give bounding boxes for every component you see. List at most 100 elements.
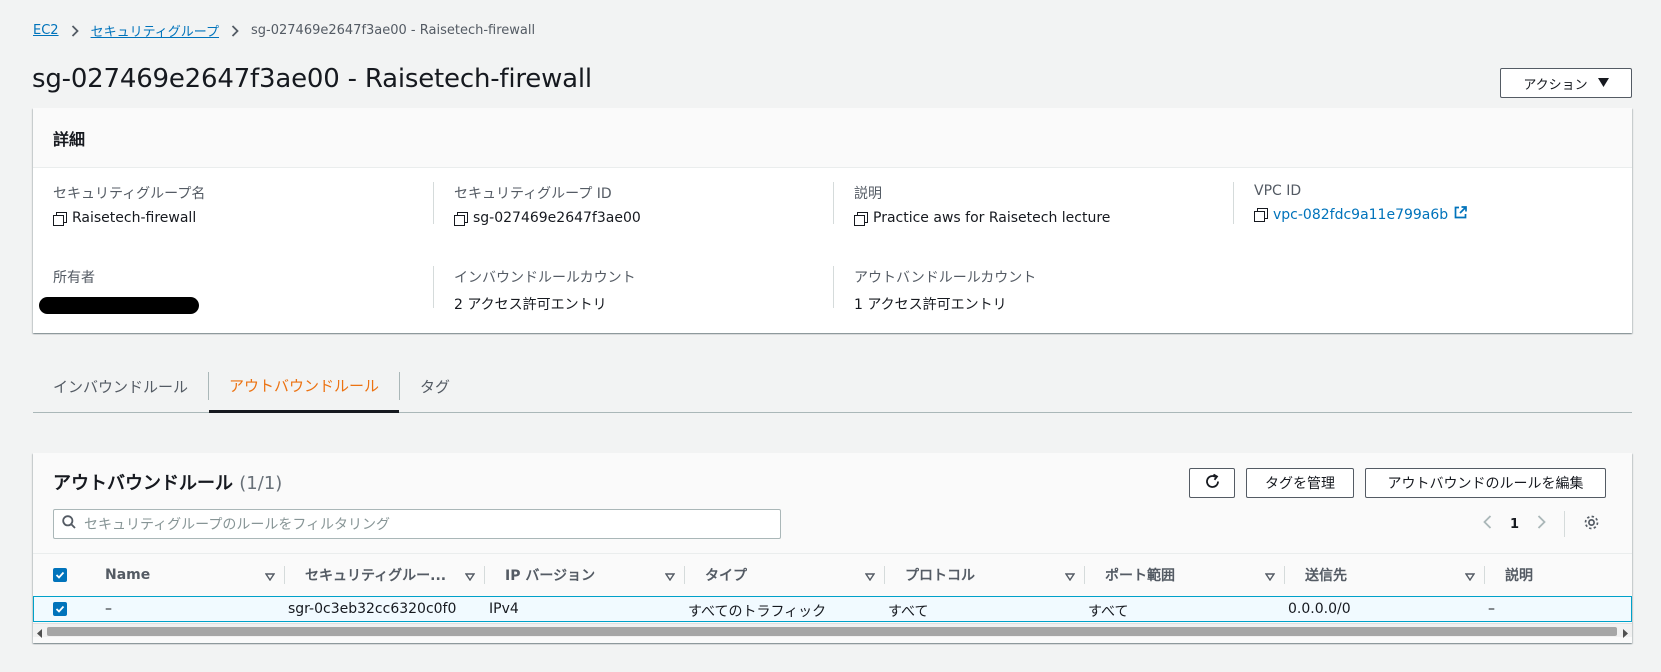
actions-label: アクション [1523, 77, 1588, 93]
column-label: Name [105, 567, 151, 583]
divider [433, 266, 434, 308]
outbound-rules-panel: アウトバウンドルール (1/1) タグを管理 アウトバウンドのルールを編集 セキ… [33, 453, 1632, 643]
caret-down-icon [1597, 76, 1609, 91]
divider [833, 266, 834, 308]
tab-bar: インバウンドルール アウトバウンドルール タグ [33, 360, 1632, 413]
copy-icon[interactable] [1254, 208, 1268, 222]
cell-destination: 0.0.0.0/0 [1288, 601, 1351, 617]
cell-name: – [105, 601, 112, 617]
cell-rule-id: sgr-0c3eb32cc6320c0f0 [288, 601, 457, 617]
divider [433, 182, 434, 224]
sg-name-field: セキュリティグループ名 Raisetech-firewall [53, 183, 433, 226]
breadcrumb-ec2-link[interactable]: EC2 [33, 23, 59, 38]
owner-label: 所有者 [53, 270, 95, 286]
horizontal-scrollbar[interactable] [33, 623, 1632, 638]
cell-ip-version: IPv4 [489, 601, 519, 617]
external-link-icon[interactable] [1454, 206, 1468, 223]
inbound-count-field: インバウンドルールカウント 2 アクセス許可エントリ [454, 267, 834, 314]
copy-icon[interactable] [454, 211, 468, 226]
refresh-button[interactable] [1189, 468, 1235, 498]
sort-caret-icon [664, 569, 676, 585]
scroll-right-icon[interactable] [1622, 626, 1629, 642]
select-all-checkbox[interactable] [53, 554, 83, 596]
outbound-count-value: 1 アクセス許可エントリ [854, 297, 1007, 313]
sort-caret-icon [264, 569, 276, 585]
copy-icon[interactable] [854, 211, 868, 226]
column-header-ip-version[interactable]: IP バージョン [485, 554, 685, 596]
sort-caret-icon [1464, 569, 1476, 585]
chevron-right-icon [231, 24, 239, 37]
sg-id-field: セキュリティグループ ID sg-027469e2647f3ae00 [454, 183, 834, 226]
column-header-name[interactable]: Name [85, 554, 285, 596]
details-panel: 詳細 セキュリティグループ名 Raisetech-firewall セキュリティ… [33, 108, 1632, 333]
rules-heading: アウトバウンドルール (1/1) [53, 469, 282, 495]
vpc-id-link[interactable]: vpc-082fdc9a11e799a6b [1273, 207, 1448, 223]
search-icon [62, 515, 76, 533]
column-header-rule-id[interactable]: セキュリティグルー... [285, 554, 485, 596]
column-label: タイプ [705, 568, 747, 584]
owner-field: 所有者 [39, 267, 433, 314]
scrollbar-thumb[interactable] [47, 627, 1617, 636]
column-label: 送信先 [1305, 568, 1347, 584]
cell-description: – [1488, 601, 1495, 617]
column-header-type[interactable]: タイプ [685, 554, 885, 596]
rules-count: (1/1) [239, 473, 283, 494]
actions-button[interactable]: アクション [1500, 68, 1632, 98]
cell-port-range: すべて [1088, 604, 1129, 620]
column-label: IP バージョン [505, 568, 596, 584]
tab-tags[interactable]: タグ [400, 360, 470, 413]
sg-id-label: セキュリティグループ ID [454, 186, 612, 202]
column-label: ポート範囲 [1105, 568, 1175, 584]
rules-filter[interactable]: セキュリティグループのルールをフィルタリング [53, 509, 781, 539]
column-header-destination[interactable]: 送信先 [1285, 554, 1485, 596]
gear-icon[interactable] [1583, 514, 1600, 535]
divider [833, 182, 834, 224]
cell-protocol: すべて [888, 604, 929, 620]
row-checkbox[interactable] [53, 602, 67, 618]
breadcrumb: EC2 セキュリティグループ sg-027469e2647f3ae00 - Ra… [33, 21, 535, 40]
sort-caret-icon [1264, 569, 1276, 585]
prev-page-icon[interactable] [1483, 515, 1492, 533]
edit-outbound-rules-button[interactable]: アウトバウンドのルールを編集 [1365, 468, 1606, 498]
next-page-icon[interactable] [1537, 515, 1546, 533]
inbound-count-value: 2 アクセス許可エントリ [454, 297, 607, 313]
sg-name-value: Raisetech-firewall [72, 210, 197, 226]
redacted-owner [39, 297, 199, 314]
inbound-count-label: インバウンドルールカウント [454, 270, 636, 286]
page-number[interactable]: 1 [1510, 517, 1519, 532]
description-field: 説明 Practice aws for Raisetech lecture [854, 183, 1234, 226]
column-header-description[interactable]: 説明 [1485, 554, 1632, 596]
sort-caret-icon [864, 569, 876, 585]
vpc-id-label: VPC ID [1254, 183, 1302, 199]
chevron-right-icon [71, 24, 79, 37]
vpc-id-field: VPC ID vpc-082fdc9a11e799a6b [1254, 183, 1634, 223]
sg-name-label: セキュリティグループ名 [53, 186, 206, 202]
pager-divider [1564, 511, 1566, 537]
cell-type: すべてのトラフィック [688, 604, 827, 620]
scroll-left-icon[interactable] [36, 626, 43, 642]
breadcrumb-security-groups-link[interactable]: セキュリティグループ [91, 21, 219, 40]
sort-caret-icon [464, 569, 476, 585]
tab-inbound-rules[interactable]: インバウンドルール [33, 360, 208, 413]
breadcrumb-current: sg-027469e2647f3ae00 - Raisetech-firewal… [251, 23, 536, 38]
manage-tags-button[interactable]: タグを管理 [1246, 468, 1354, 498]
table-row[interactable]: – sgr-0c3eb32cc6320c0f0 IPv4 すべてのトラフィック … [33, 596, 1632, 622]
outbound-count-field: アウトバンドルールカウント 1 アクセス許可エントリ [854, 267, 1234, 314]
description-label: 説明 [854, 186, 882, 202]
column-label: 説明 [1505, 568, 1533, 584]
column-header-port-range[interactable]: ポート範囲 [1085, 554, 1285, 596]
tab-outbound-rules[interactable]: アウトバウンドルール [209, 360, 400, 413]
sort-caret-icon [1064, 569, 1076, 585]
search-input[interactable]: セキュリティグループのルールをフィルタリング [84, 514, 390, 534]
column-header-protocol[interactable]: プロトコル [885, 554, 1085, 596]
copy-icon[interactable] [53, 211, 67, 226]
column-label: プロトコル [905, 568, 975, 584]
description-value: Practice aws for Raisetech lecture [873, 210, 1111, 226]
column-label: セキュリティグルー... [305, 568, 447, 584]
table-header: Name セキュリティグルー... IP バージョン タイプ プロトコル ポート… [33, 553, 1632, 595]
sg-id-value: sg-027469e2647f3ae00 [473, 210, 641, 226]
page-title: sg-027469e2647f3ae00 - Raisetech-firewal… [32, 64, 592, 94]
pagination: 1 [1483, 509, 1600, 539]
rules-title: アウトバウンドルール [53, 473, 233, 494]
refresh-icon [1204, 473, 1221, 493]
